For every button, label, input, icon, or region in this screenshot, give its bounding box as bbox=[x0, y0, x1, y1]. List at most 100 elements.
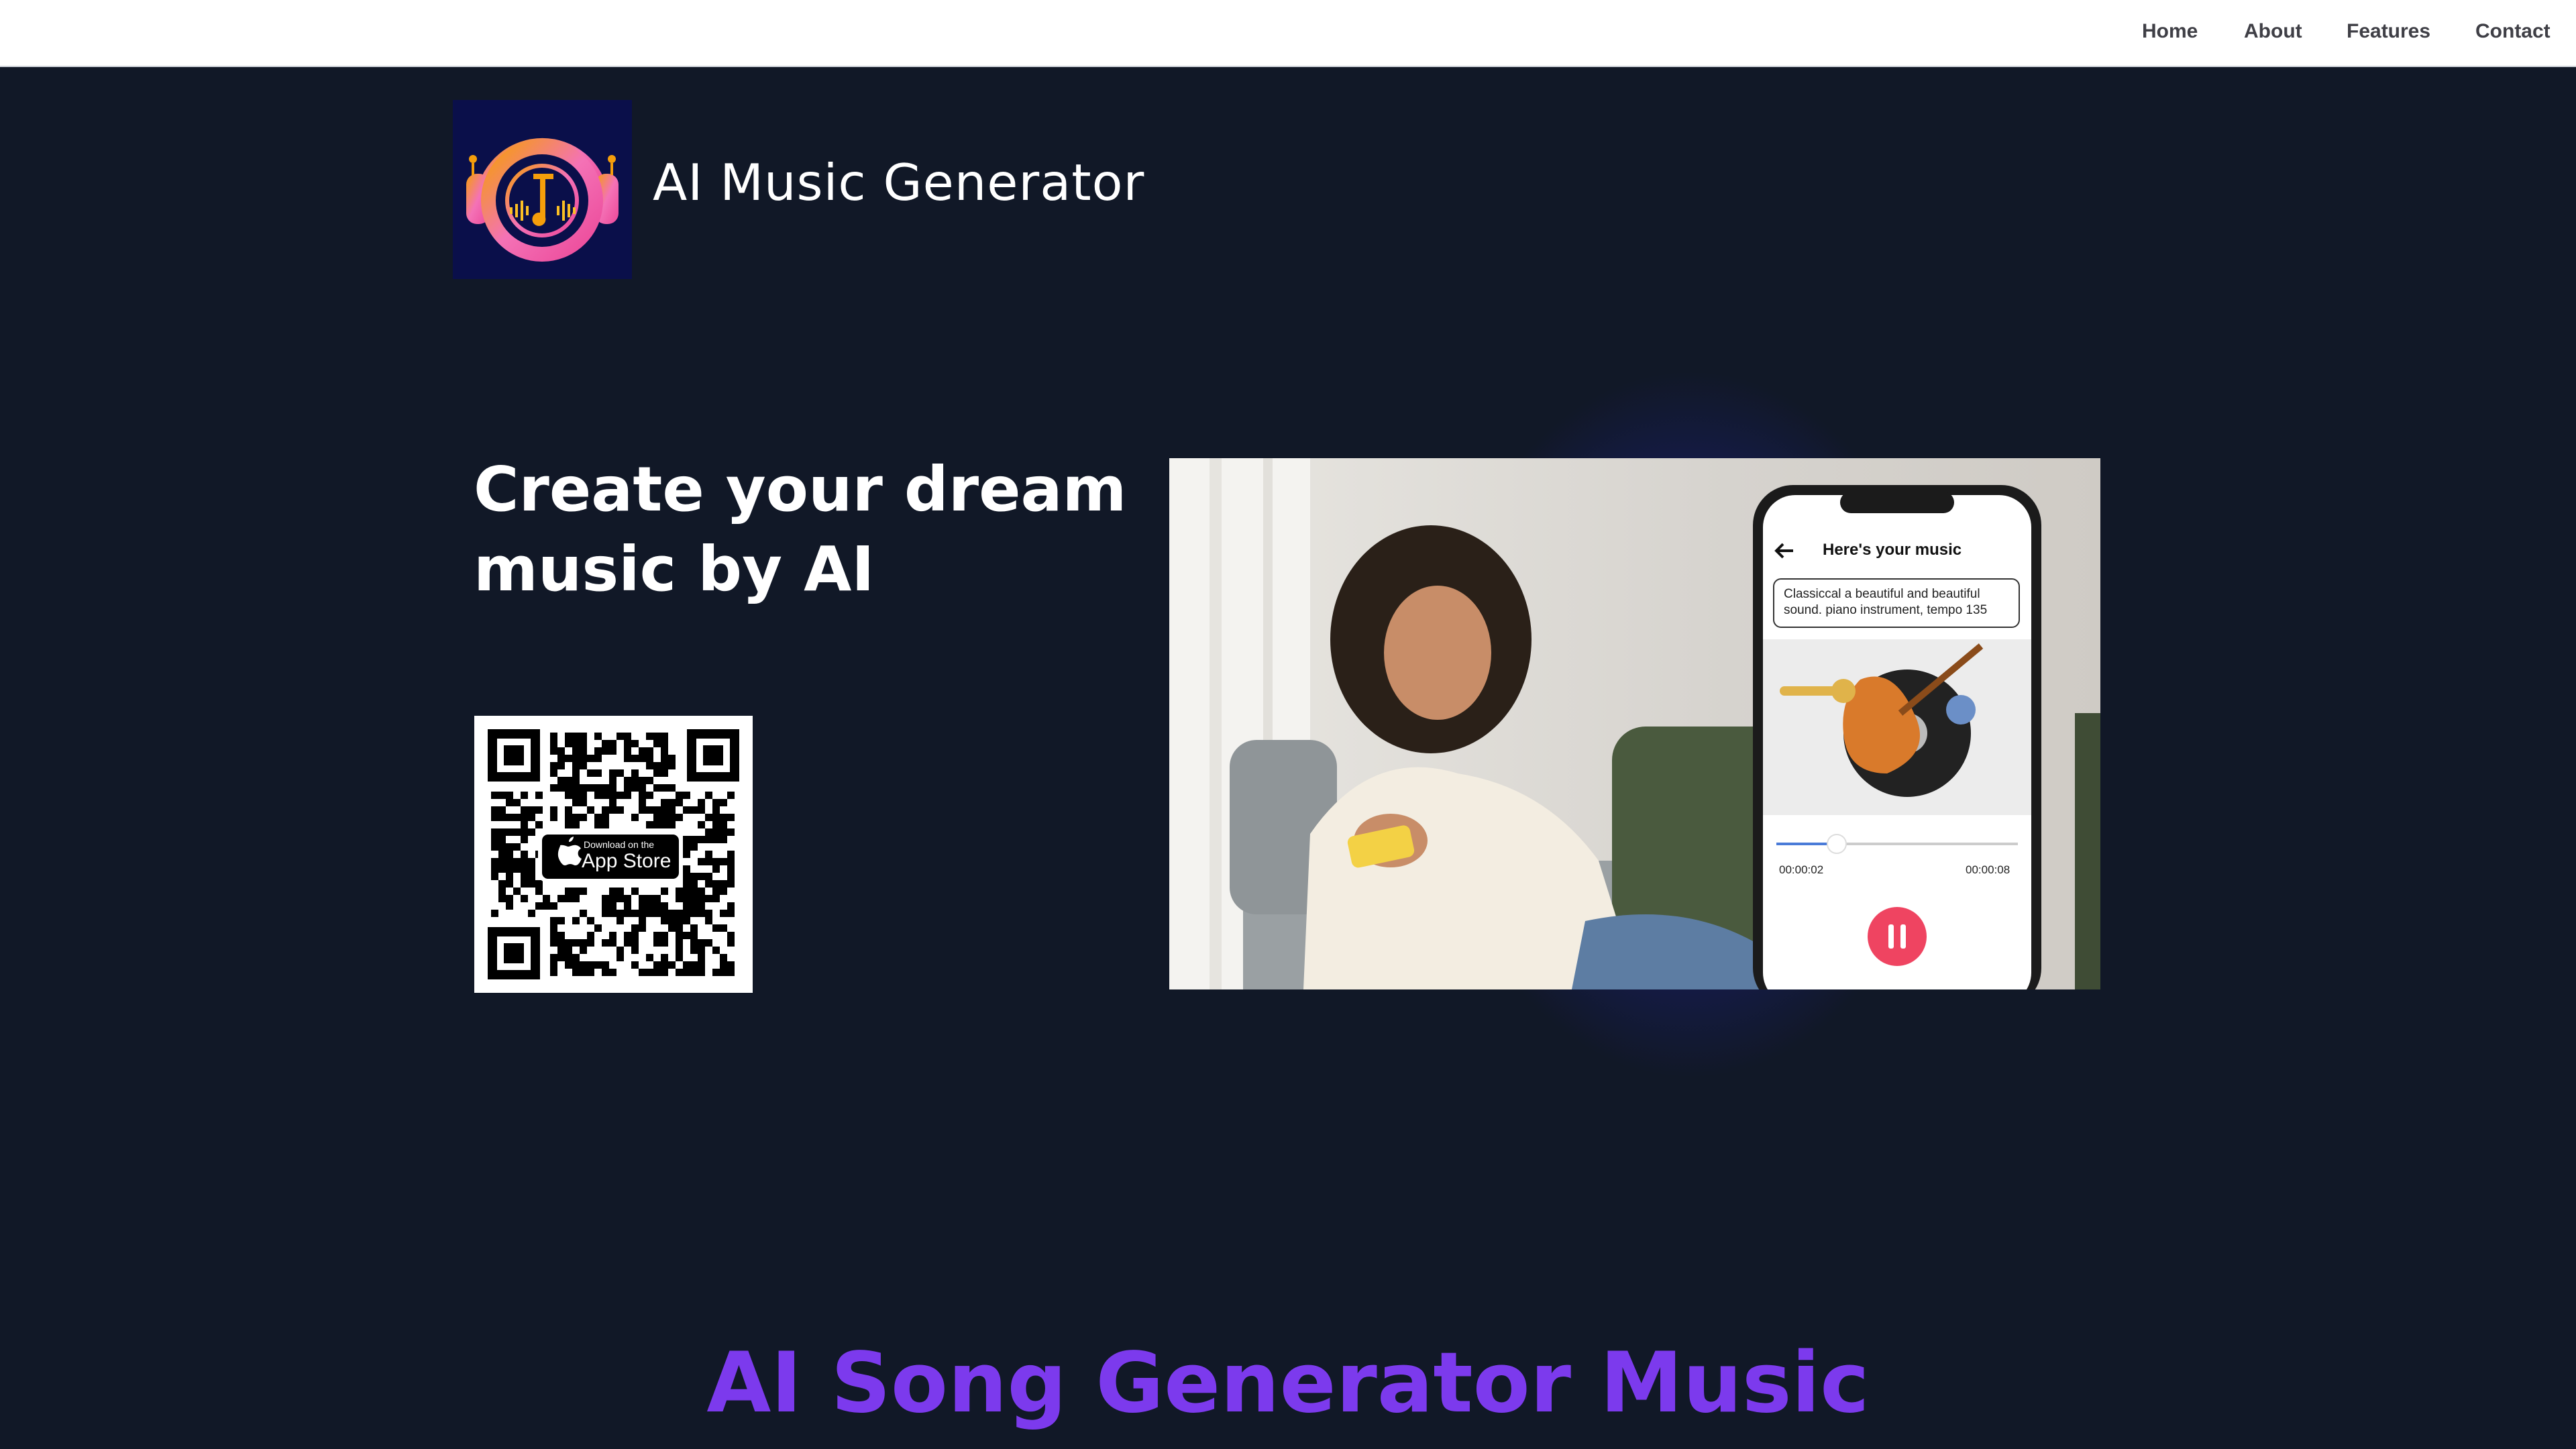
qr-module bbox=[624, 740, 631, 747]
qr-module bbox=[661, 969, 668, 976]
qr-module bbox=[690, 880, 698, 888]
qr-module bbox=[506, 828, 513, 836]
qr-module bbox=[513, 814, 521, 821]
qr-module bbox=[602, 910, 609, 917]
qr-module bbox=[513, 888, 521, 895]
qr-module bbox=[727, 932, 735, 939]
qr-module bbox=[594, 924, 602, 932]
qr-module bbox=[594, 747, 602, 755]
qr-module bbox=[616, 954, 624, 961]
nav-features-link[interactable]: Features bbox=[2347, 20, 2430, 43]
qr-module bbox=[727, 814, 735, 821]
qr-module bbox=[498, 851, 506, 858]
app-store-qr-code[interactable]: Download on the App Store bbox=[474, 716, 753, 993]
qr-module bbox=[535, 888, 543, 895]
qr-module bbox=[646, 821, 653, 828]
qr-module bbox=[653, 784, 661, 792]
qr-module bbox=[661, 917, 668, 924]
qr-module bbox=[602, 806, 609, 814]
qr-module bbox=[521, 865, 528, 873]
qr-module bbox=[653, 939, 661, 947]
qr-module bbox=[712, 799, 720, 806]
qr-module bbox=[609, 888, 616, 895]
qr-module bbox=[705, 910, 712, 917]
qr-module bbox=[550, 954, 557, 961]
qr-module bbox=[609, 939, 616, 947]
headphones-music-logo-icon[interactable] bbox=[453, 100, 632, 279]
qr-module bbox=[720, 821, 727, 828]
section-title: AI Song Generator Music bbox=[706, 1335, 1870, 1432]
qr-module bbox=[587, 806, 594, 814]
qr-module bbox=[491, 873, 498, 880]
qr-module bbox=[712, 888, 720, 895]
qr-module bbox=[668, 762, 676, 769]
qr-module bbox=[513, 828, 521, 836]
qr-module bbox=[616, 895, 624, 902]
qr-module bbox=[683, 865, 690, 873]
phone-screen-title: Here's your music bbox=[1823, 541, 1962, 559]
qr-module bbox=[639, 902, 646, 910]
qr-module bbox=[602, 740, 609, 747]
qr-module bbox=[572, 954, 580, 961]
qr-module bbox=[639, 784, 646, 792]
qr-module bbox=[698, 969, 705, 976]
qr-module bbox=[668, 924, 676, 932]
qr-module bbox=[580, 784, 587, 792]
qr-module bbox=[712, 895, 720, 902]
qr-module bbox=[587, 755, 594, 762]
qr-module bbox=[661, 747, 668, 755]
qr-module bbox=[580, 740, 587, 747]
qr-module bbox=[624, 747, 631, 755]
qr-module bbox=[609, 932, 616, 939]
pause-button[interactable] bbox=[1868, 907, 1927, 966]
qr-module bbox=[550, 939, 557, 947]
qr-module bbox=[521, 792, 528, 799]
qr-module bbox=[690, 947, 698, 954]
qr-module bbox=[550, 969, 557, 976]
qr-module bbox=[528, 806, 535, 814]
qr-module bbox=[602, 902, 609, 910]
qr-module bbox=[572, 777, 580, 784]
qr-module bbox=[550, 740, 557, 747]
qr-module bbox=[705, 858, 712, 865]
qr-module bbox=[594, 792, 602, 799]
qr-module bbox=[609, 777, 616, 784]
qr-module bbox=[727, 939, 735, 947]
qr-module bbox=[661, 784, 668, 792]
qr-module bbox=[602, 747, 609, 755]
qr-module bbox=[609, 910, 616, 917]
qr-module bbox=[506, 843, 513, 851]
qr-module bbox=[661, 910, 668, 917]
qr-module bbox=[602, 895, 609, 902]
nav-home-link[interactable]: Home bbox=[2142, 20, 2198, 43]
nav-contact-link[interactable]: Contact bbox=[2475, 20, 2551, 43]
qr-module bbox=[683, 895, 690, 902]
qr-module bbox=[712, 836, 720, 843]
qr-module bbox=[690, 939, 698, 947]
qr-module bbox=[580, 755, 587, 762]
qr-module bbox=[727, 792, 735, 799]
qr-module bbox=[690, 969, 698, 976]
nav-about-link[interactable]: About bbox=[2244, 20, 2302, 43]
qr-module bbox=[616, 806, 624, 814]
qr-module bbox=[631, 947, 639, 954]
qr-module bbox=[580, 747, 587, 755]
qr-module bbox=[690, 873, 698, 880]
qr-module bbox=[683, 888, 690, 895]
qr-module bbox=[587, 939, 594, 947]
qr-module bbox=[602, 961, 609, 969]
qr-module bbox=[498, 858, 506, 865]
qr-module bbox=[498, 814, 506, 821]
qr-module bbox=[521, 828, 528, 836]
qr-module bbox=[712, 880, 720, 888]
brand-name[interactable]: AI Music Generator bbox=[653, 153, 1144, 212]
qr-module bbox=[506, 858, 513, 865]
qr-module bbox=[727, 961, 735, 969]
qr-module bbox=[668, 814, 676, 821]
qr-module bbox=[631, 932, 639, 939]
qr-module bbox=[528, 865, 535, 873]
qr-module bbox=[521, 851, 528, 858]
qr-module bbox=[565, 755, 572, 762]
qr-module bbox=[594, 733, 602, 740]
qr-module bbox=[712, 969, 720, 976]
